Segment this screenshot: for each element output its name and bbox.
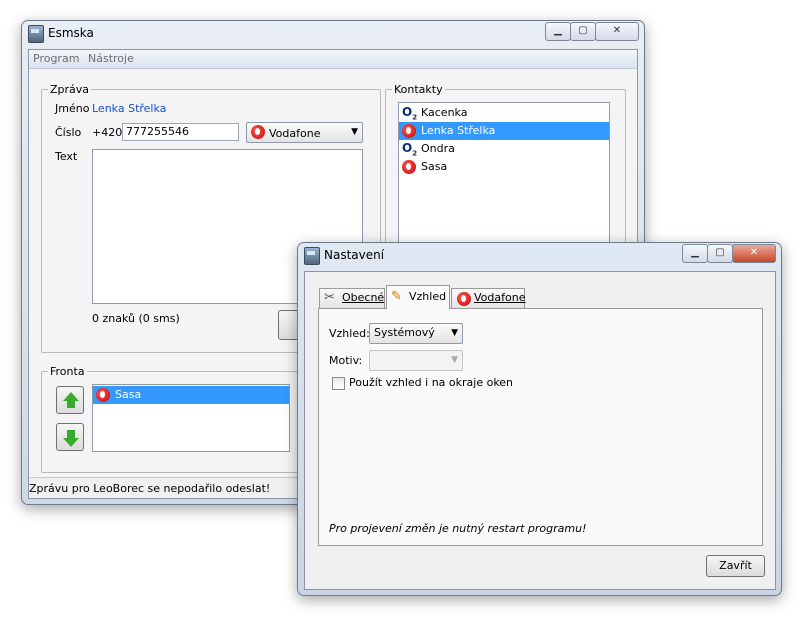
vodafone-icon — [402, 124, 416, 138]
contact-row[interactable]: Lenka Střelka — [399, 122, 609, 140]
main-titlebar[interactable]: Esmska ▁ ▢ ✕ — [22, 21, 644, 47]
contacts-group-label: Kontakty — [392, 83, 445, 96]
tab-label: Vzhled — [409, 290, 447, 303]
tab-label: Vodafone — [474, 291, 526, 304]
theme-label: Motiv: — [329, 354, 363, 367]
close-dialog-button[interactable]: Zavřít — [706, 555, 765, 577]
menu-tools[interactable]: Nástroje — [88, 52, 134, 65]
minimize-button[interactable]: ▁ — [682, 244, 708, 263]
settings-client-area: ✂ Obecné ✎ Vzhled Vodafone Vzhled: Systé… — [304, 271, 776, 590]
chevron-down-icon: ▼ — [351, 127, 358, 137]
menu-program[interactable]: Program — [33, 52, 79, 65]
arrow-down-icon — [63, 438, 79, 447]
contact-row[interactable]: Sasa — [399, 158, 609, 176]
arrow-down-stem — [67, 430, 75, 438]
chevron-down-icon: ▼ — [451, 328, 458, 338]
settings-dialog: Nastavení ▁ ▢ ✕ ✂ Obecné ✎ Vzhled Vodafo… — [297, 242, 782, 596]
o2-icon: O2 — [402, 105, 418, 122]
checkbox-label: Použít vzhled i na okraje oken — [349, 376, 514, 389]
look-tab-panel: Vzhled: Systémový ▼ Motiv: ▼ Použít vzhl… — [318, 308, 763, 546]
tab-vodafone[interactable]: Vodafone — [451, 288, 525, 308]
vodafone-icon — [457, 292, 471, 306]
text-label: Text — [55, 150, 78, 163]
queue-list[interactable]: Sasa — [92, 384, 290, 452]
window-border-checkbox[interactable] — [332, 377, 345, 390]
contact-name: Lenka Střelka — [421, 124, 496, 137]
contact-row[interactable]: O2 Kacenka — [399, 104, 609, 122]
status-text: Zprávu pro LeoBorec se nepodařilo odesla… — [29, 482, 271, 495]
app-icon — [304, 247, 320, 265]
arrow-up-stem — [67, 401, 75, 408]
app-icon — [28, 25, 44, 43]
contact-name: Sasa — [421, 160, 448, 173]
queue-name: Sasa — [115, 388, 142, 401]
vodafone-icon — [96, 388, 110, 402]
operator-value: Vodafone — [269, 127, 321, 140]
theme-combo[interactable]: ▼ — [369, 350, 463, 371]
minimize-button[interactable]: ▁ — [545, 22, 571, 41]
name-label: Jméno — [55, 102, 90, 115]
contact-name: Ondra — [421, 142, 455, 155]
main-title: Esmska — [48, 26, 94, 40]
queue-group-label: Fronta — [48, 365, 87, 378]
maximize-button[interactable]: ▢ — [570, 22, 596, 41]
settings-title: Nastavení — [324, 248, 385, 262]
tools-icon: ✂ — [324, 290, 335, 305]
tab-general[interactable]: ✂ Obecné — [319, 288, 385, 308]
number-label: Číslo — [55, 126, 82, 139]
close-button[interactable]: ✕ — [732, 244, 776, 263]
tab-look[interactable]: ✎ Vzhled — [386, 285, 450, 309]
chevron-down-icon: ▼ — [451, 355, 458, 365]
number-input[interactable]: 777255546 — [122, 123, 239, 141]
settings-titlebar[interactable]: Nastavení ▁ ▢ ✕ — [298, 243, 781, 269]
queue-up-button[interactable] — [56, 386, 84, 414]
restart-note: Pro projevení změn je nutný restart prog… — [329, 522, 587, 535]
look-combo[interactable]: Systémový ▼ — [369, 323, 463, 344]
char-counter: 0 znaků (0 sms) — [92, 312, 180, 325]
menubar: Program Nástroje — [29, 50, 637, 69]
look-label: Vzhled: — [329, 327, 370, 340]
contact-name: Kacenka — [421, 106, 468, 119]
maximize-button[interactable]: ▢ — [707, 244, 733, 263]
vodafone-icon — [402, 160, 416, 174]
contact-row[interactable]: O2 Ondra — [399, 140, 609, 158]
message-group-label: Zpráva — [48, 83, 92, 96]
palette-icon: ✎ — [391, 289, 402, 304]
tab-label: Obecné — [342, 291, 385, 304]
number-prefix: +420 — [92, 126, 123, 139]
queue-row[interactable]: Sasa — [93, 386, 289, 404]
close-button[interactable]: ✕ — [595, 22, 639, 41]
o2-icon: O2 — [402, 141, 418, 158]
vodafone-icon — [251, 125, 265, 139]
name-value[interactable]: Lenka Střelka — [92, 102, 166, 115]
arrow-up-icon — [63, 392, 79, 401]
look-value: Systémový — [374, 326, 435, 339]
operator-combo[interactable]: Vodafone ▼ — [246, 122, 363, 143]
queue-down-button[interactable] — [56, 423, 84, 451]
